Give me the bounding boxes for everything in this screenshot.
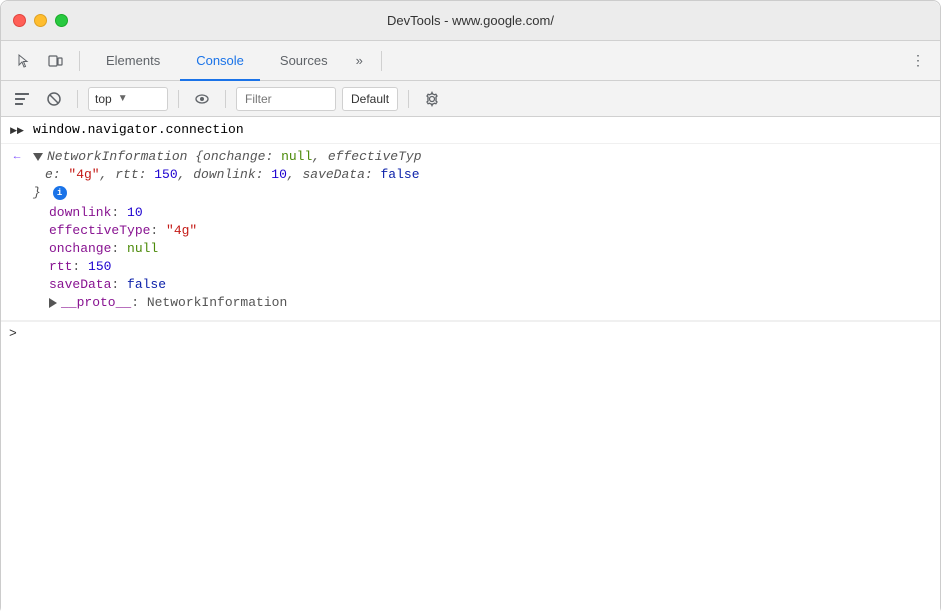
console-separator-2 bbox=[178, 90, 179, 108]
info-icon[interactable]: i bbox=[53, 186, 67, 200]
console-separator-4 bbox=[408, 90, 409, 108]
title-bar: DevTools - www.google.com/ bbox=[1, 1, 940, 41]
cursor-tool-button[interactable] bbox=[9, 47, 37, 75]
main-toolbar: Elements Console Sources » ⋮ bbox=[1, 41, 940, 81]
console-separator-3 bbox=[225, 90, 226, 108]
console-response-line: ← NetworkInformation {onchange: null, ef… bbox=[1, 144, 940, 321]
devtools-menu-button[interactable]: ⋮ bbox=[904, 47, 932, 75]
more-tabs-button[interactable]: » bbox=[348, 53, 371, 68]
prop-downlink: downlink: 10 bbox=[49, 204, 936, 222]
collapse-icon[interactable] bbox=[33, 153, 43, 161]
prop-effectivetype: effectiveType: "4g" bbox=[49, 222, 936, 240]
console-separator-1 bbox=[77, 90, 78, 108]
block-icon[interactable] bbox=[41, 86, 67, 112]
console-input-line: ▶ window.navigator.connection bbox=[1, 117, 940, 144]
toolbar-right: ⋮ bbox=[904, 47, 932, 75]
console-toolbar: top ▼ Default bbox=[1, 81, 940, 117]
traffic-lights bbox=[13, 14, 68, 27]
object-close-brace: } i bbox=[33, 184, 936, 202]
maximize-button[interactable] bbox=[55, 14, 68, 27]
context-selector[interactable]: top ▼ bbox=[88, 87, 168, 111]
prop-onchange: onchange: null bbox=[49, 240, 936, 258]
tab-sources[interactable]: Sources bbox=[264, 41, 344, 81]
prop-proto: __proto__: NetworkInformation bbox=[49, 294, 936, 312]
device-toggle-button[interactable] bbox=[41, 47, 69, 75]
proto-expand-icon[interactable] bbox=[49, 298, 57, 308]
tab-console[interactable]: Console bbox=[180, 41, 260, 81]
clear-console-button[interactable] bbox=[9, 86, 35, 112]
expand-icon[interactable]: ▶ bbox=[1, 119, 33, 140]
toolbar-separator-2 bbox=[381, 51, 382, 71]
close-button[interactable] bbox=[13, 14, 26, 27]
console-prompt-line[interactable]: > bbox=[1, 321, 940, 345]
tab-elements[interactable]: Elements bbox=[90, 41, 176, 81]
console-input[interactable] bbox=[21, 326, 940, 341]
object-preview-line-2: e: "4g", rtt: 150, downlink: 10, saveDat… bbox=[45, 166, 936, 184]
response-content: NetworkInformation {onchange: null, effe… bbox=[33, 146, 940, 318]
context-caret-icon: ▼ bbox=[118, 93, 128, 104]
prop-savedata: saveData: false bbox=[49, 276, 936, 294]
filter-input[interactable] bbox=[236, 87, 336, 111]
console-content: ▶ window.navigator.connection ← NetworkI… bbox=[1, 117, 940, 616]
level-selector[interactable]: Default bbox=[342, 87, 398, 111]
prop-rtt: rtt: 150 bbox=[49, 258, 936, 276]
eye-button[interactable] bbox=[189, 86, 215, 112]
prompt-chevron-icon: > bbox=[9, 326, 17, 341]
object-preview-line: NetworkInformation {onchange: null, effe… bbox=[33, 148, 936, 166]
settings-button[interactable] bbox=[419, 86, 445, 112]
minimize-button[interactable] bbox=[34, 14, 47, 27]
toolbar-separator-1 bbox=[79, 51, 80, 71]
input-command: window.navigator.connection bbox=[33, 119, 940, 141]
window-title: DevTools - www.google.com/ bbox=[387, 13, 554, 28]
response-arrow: ← bbox=[1, 146, 33, 166]
